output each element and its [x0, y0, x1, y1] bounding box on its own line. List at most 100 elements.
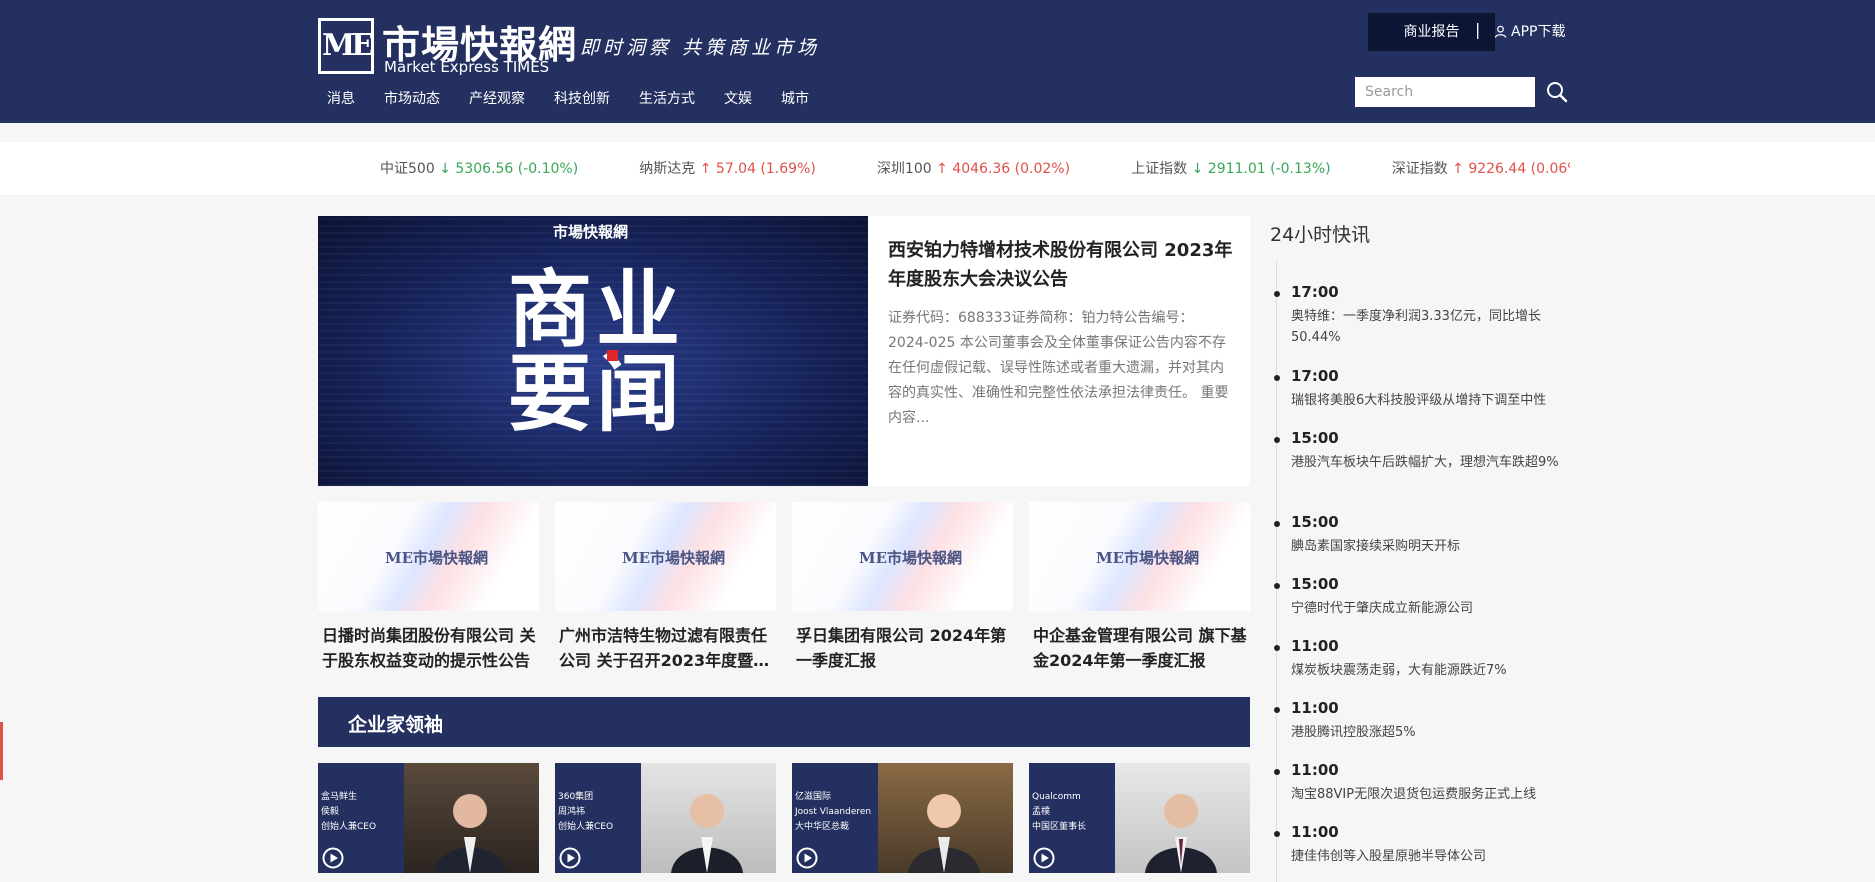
ticker-track: 中证500 ↓ 5306.56 (-0.10%) 纳斯达克 ↑ 57.04 (1… [380, 142, 1570, 195]
flash-news-item[interactable]: 11:00 捷佳伟创等入股星原驰半导体公司 [1272, 821, 1572, 882]
leader-video-card[interactable]: 亿滋国际 Joost Vlaanderen 大中华区总裁 [792, 763, 1013, 873]
leader-role: 中国区董事长 [1032, 822, 1087, 832]
site-logo[interactable]: ME 市場快報網 Market Express TIMES [318, 18, 576, 78]
leader-info-panel: 360集团 周鸿祎 创始人兼CEO [555, 763, 641, 873]
flash-news-title: 24小时快讯 [1270, 224, 1371, 246]
flash-text[interactable]: 腆岛素国家接续采购明天开标 [1291, 536, 1572, 557]
flash-text[interactable]: 淘宝88VIP无限次退货包运费服务正式上线 [1291, 784, 1572, 805]
card-logo: ME市場快報網 [859, 549, 963, 567]
flash-text[interactable]: 捷佳伟创等入股星原驰半导体公司 [1291, 846, 1572, 867]
flash-news-list: 17:00 奥特维：一季度净利润3.33亿元，同比增长50.44% 17:00 … [1272, 281, 1572, 882]
search-icon[interactable] [1545, 80, 1569, 104]
nav-item-entertainment[interactable]: 文娱 [724, 88, 752, 108]
play-icon[interactable] [559, 847, 581, 869]
app-download-label: APP下载 [1511, 24, 1566, 40]
flash-news-item[interactable]: 17:00 奥特维：一季度净利润3.33亿元，同比增长50.44% [1272, 281, 1572, 365]
ticker-item[interactable]: 上证指数 ↓ 2911.01 (-0.13%) [1131, 142, 1330, 195]
side-float-tab[interactable] [0, 722, 3, 780]
stock-ticker: 中证500 ↓ 5306.56 (-0.10%) 纳斯达克 ↑ 57.04 (1… [0, 142, 1875, 196]
leader-info-panel: Qualcomm 孟樸 中国区董事长 [1029, 763, 1115, 873]
ticker-item[interactable]: 纳斯达克 ↑ 57.04 (1.69%) [639, 142, 816, 195]
article-card-title[interactable]: 日播时尚集团股份有限公司 关于股东权益变动的提示性公告 [318, 623, 539, 673]
featured-article-image[interactable]: 市場快報網 商业要闻 [318, 216, 868, 486]
leader-video-card[interactable]: 盒马鲜生 侯毅 创始人兼CEO [318, 763, 539, 873]
play-icon[interactable] [1033, 847, 1055, 869]
flash-text[interactable]: 瑞银将美股6大科技股评级从增持下调至中性 [1291, 390, 1572, 411]
search-input[interactable] [1355, 77, 1535, 107]
leader-caption: 360集团 周鸿祎 创始人兼CEO [558, 790, 613, 835]
nav-item-tech[interactable]: 科技创新 [554, 88, 610, 108]
flash-news-item[interactable]: 15:00 腆岛素国家接续采购明天开标 [1272, 511, 1572, 573]
card-logo: ME市場快報網 [622, 549, 726, 567]
leader-caption: 盒马鲜生 侯毅 创始人兼CEO [321, 790, 376, 835]
image-red-dot [607, 350, 618, 361]
leader-photo [404, 763, 539, 873]
leader-role: 大中华区总裁 [795, 822, 850, 832]
person-silhouette [434, 794, 506, 873]
flash-text[interactable]: 宁德时代于肇庆成立新能源公司 [1291, 598, 1572, 619]
site-header: ME 市場快報網 Market Express TIMES 即时洞察 共策商业市… [0, 0, 1875, 123]
person-silhouette [908, 794, 980, 873]
leader-role: 创始人兼CEO [558, 822, 614, 832]
flash-text[interactable]: 港股腾讯控股涨超5% [1291, 722, 1572, 743]
play-icon[interactable] [322, 847, 344, 869]
featured-article-title[interactable]: 西安铂力特增材技术股份有限公司 2023年年度股东大会决议公告 [888, 236, 1233, 294]
ticker-item[interactable]: 中证500 ↓ 5306.56 (-0.10%) [380, 142, 578, 195]
leader-info-panel: 亿滋国际 Joost Vlaanderen 大中华区总裁 [792, 763, 878, 873]
play-icon[interactable] [796, 847, 818, 869]
flash-news-item[interactable]: 15:00 宁德时代于肇庆成立新能源公司 [1272, 573, 1572, 635]
article-card[interactable]: ME市場快報網 中企基金管理有限公司 旗下基金2024年第一季度汇报 [1029, 502, 1250, 672]
logo-english-name: Market Express TIMES [384, 58, 550, 76]
image-brand: 市場快報網 [553, 223, 629, 241]
nav-item-news[interactable]: 消息 [327, 88, 355, 108]
section-header-leaders: 企业家领袖 [318, 697, 1250, 747]
article-card-image: ME市場快報網 [1029, 502, 1250, 611]
leader-company: 360集团 [558, 792, 594, 802]
leader-name: 孟樸 [1032, 807, 1051, 817]
nav-item-market[interactable]: 市场动态 [384, 88, 440, 108]
leader-company: 盒马鲜生 [321, 792, 358, 802]
flash-news-item[interactable]: 11:00 煤炭板块震荡走弱，大有能源跌近7% [1272, 635, 1572, 697]
person-silhouette [671, 794, 743, 873]
card-logo: ME市場快報網 [1096, 549, 1200, 567]
flash-news-item[interactable]: 11:00 港股腾讯控股涨超5% [1272, 697, 1572, 759]
article-card-title[interactable]: 广州市洁特生物过滤有限责任公司 关于召开2023年度暨2024年第一季度业绩说明… [555, 623, 776, 673]
flash-time: 15:00 [1291, 429, 1339, 447]
logo-mark: ME [318, 18, 374, 74]
article-card-title[interactable]: 中企基金管理有限公司 旗下基金2024年第一季度汇报 [1029, 623, 1250, 673]
flash-text[interactable]: 港股汽车板块午后跌幅扩大，理想汽车跌超9% [1291, 452, 1572, 473]
leader-caption: 亿滋国际 Joost Vlaanderen 大中华区总裁 [795, 790, 871, 835]
article-card-image: ME市場快報網 [792, 502, 1013, 611]
featured-article-summary: 证券代码：688333证券简称：铂力特公告编号：2024-025 本公司董事会及… [888, 310, 1229, 426]
flash-news-item[interactable]: 17:00 瑞银将美股6大科技股评级从增持下调至中性 [1272, 365, 1572, 427]
leader-name: 侯毅 [321, 807, 340, 817]
ticker-item[interactable]: 深圳100 ↑ 4046.36 (0.02%) [877, 142, 1070, 195]
app-download-link[interactable]: APP下载 [1494, 21, 1565, 41]
nav-item-city[interactable]: 城市 [781, 88, 809, 108]
leader-role: 创始人兼CEO [321, 822, 377, 832]
flash-text[interactable]: 奥特维：一季度净利润3.33亿元，同比增长50.44% [1291, 306, 1572, 348]
nav-item-industry[interactable]: 产经观察 [469, 88, 525, 108]
flash-news-item[interactable]: 11:00 淘宝88VIP无限次退货包运费服务正式上线 [1272, 759, 1572, 821]
flash-time: 11:00 [1291, 761, 1339, 779]
leader-video-card[interactable]: 360集团 周鸿祎 创始人兼CEO [555, 763, 776, 873]
leader-info-panel: 盒马鲜生 侯毅 创始人兼CEO [318, 763, 404, 873]
ticker-item[interactable]: 深证指数 ↑ 9226.44 (0.06%) [1392, 142, 1570, 195]
header-separator: | [1475, 20, 1481, 39]
nav-item-lifestyle[interactable]: 生活方式 [639, 88, 695, 108]
article-card[interactable]: ME市場快報網 广州市洁特生物过滤有限责任公司 关于召开2023年度暨2024年… [555, 502, 776, 672]
flash-time: 15:00 [1291, 513, 1339, 531]
featured-article[interactable]: 市場快報網 商业要闻 西安铂力特增材技术股份有限公司 2023年年度股东大会决议… [318, 216, 1250, 486]
flash-text[interactable]: 煤炭板块震荡走弱，大有能源跌近7% [1291, 660, 1572, 681]
article-card-title[interactable]: 孚日集团有限公司 2024年第一季度汇报 [792, 623, 1013, 673]
person-silhouette [1145, 794, 1217, 873]
article-card[interactable]: ME市場快報網 孚日集团有限公司 2024年第一季度汇报 [792, 502, 1013, 672]
article-card-image: ME市場快報網 [555, 502, 776, 611]
section-title: 企业家领袖 [348, 714, 444, 736]
leader-photo [641, 763, 776, 873]
leader-video-card[interactable]: Qualcomm 孟樸 中国区董事长 [1029, 763, 1250, 873]
article-card-image: ME市場快報網 [318, 502, 539, 611]
article-card[interactable]: ME市場快報網 日播时尚集团股份有限公司 关于股东权益变动的提示性公告 [318, 502, 539, 672]
leader-company: 亿滋国际 [795, 792, 832, 802]
flash-news-item[interactable]: 15:00 港股汽车板块午后跌幅扩大，理想汽车跌超9% [1272, 427, 1572, 511]
